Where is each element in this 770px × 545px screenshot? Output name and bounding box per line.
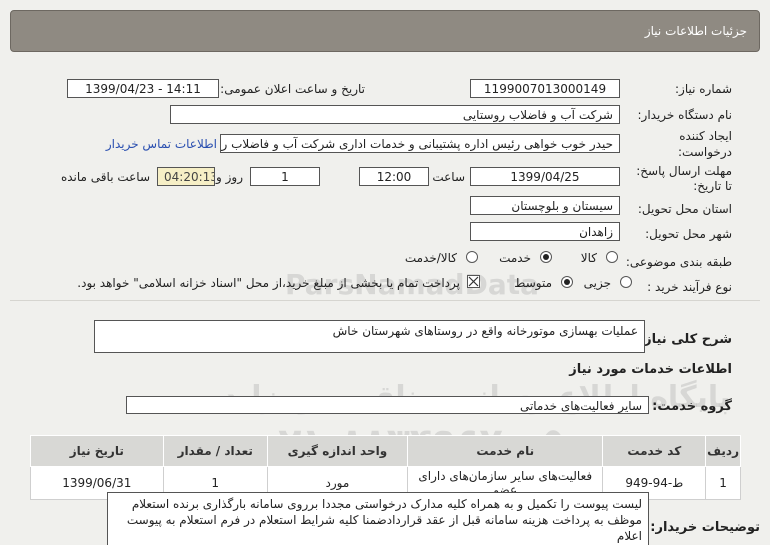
col-code: کد خدمت <box>602 435 707 467</box>
services-table: ردیف کد خدمت نام خدمت واحد اندازه گیری ت… <box>30 435 741 500</box>
category-option-goods: کالا <box>580 251 597 265</box>
summary-field[interactable]: عملیات بهسازی موتورخانه واقع در روستاهای… <box>94 320 645 353</box>
process-option-minor: جزیی <box>583 276 611 290</box>
days-field[interactable]: 1 <box>250 167 320 186</box>
creator-field[interactable]: حیدر خوب خواهی رئیس اداره پشتیبانی و خدم… <box>220 134 620 153</box>
buyer-field[interactable]: شرکت آب و فاضلاب روستایی <box>170 105 620 124</box>
announce-field[interactable]: 1399/04/23 - 14:11 <box>67 79 219 98</box>
process-label: نوع فرآیند خرید : <box>647 280 732 294</box>
services-table-header: ردیف کد خدمت نام خدمت واحد اندازه گیری ت… <box>30 435 741 467</box>
deadline-time-label: ساعت <box>432 170 465 184</box>
buyer-notes-label: توضیحات خریدار: <box>650 520 760 535</box>
services-section-title: اطلاعات خدمات مورد نیاز <box>569 362 732 377</box>
deadline-label-2: تا تاریخ: <box>693 179 732 193</box>
process-radio-medium[interactable] <box>561 276 573 288</box>
summary-label: شرح کلی نیاز: <box>638 332 732 347</box>
service-group-label: گروه خدمت: <box>652 399 732 414</box>
deadline-time-field[interactable]: 12:00 <box>359 167 429 186</box>
creator-label-1: ایجاد کننده <box>679 129 732 143</box>
page-header: جزئیات اطلاعات نیاز <box>10 10 760 52</box>
province-label: استان محل تحویل: <box>637 202 732 216</box>
buyer-notes-field[interactable]: لیست پیوست را تکمیل و به همراه کلیه مدار… <box>107 492 649 545</box>
payment-checkbox[interactable] <box>467 275 480 288</box>
deadline-date-field[interactable]: 1399/04/25 <box>470 167 620 186</box>
service-group-field[interactable]: سایر فعالیت‌های خدماتی <box>126 396 649 414</box>
cell-row: 1 <box>705 466 741 500</box>
category-radio-both[interactable] <box>466 251 478 263</box>
remaining-time-field: 04:20:13 <box>157 167 215 186</box>
category-label: طبقه بندی موضوعی: <box>625 255 732 269</box>
need-number-field[interactable]: 1199007013000149 <box>470 79 620 98</box>
category-radio-goods[interactable] <box>606 251 618 263</box>
col-date: تاریخ نیاز <box>30 435 164 467</box>
need-number-label: شماره نیاز: <box>675 82 732 96</box>
col-name: نام خدمت <box>407 435 604 467</box>
category-option-both: کالا/خدمت <box>404 251 457 265</box>
page-title: جزئیات اطلاعات نیاز <box>644 24 747 38</box>
check-x-icon <box>468 276 479 287</box>
col-unit: واحد اندازه گیری <box>266 435 409 467</box>
category-option-service: خدمت <box>499 251 531 265</box>
divider <box>10 300 760 301</box>
remaining-label: ساعت باقی مانده <box>60 170 150 184</box>
payment-note: پرداخت تمام یا بخشی از مبلغ خرید،از محل … <box>77 276 460 290</box>
buyer-contact-link[interactable]: اطلاعات تماس خریدار <box>106 137 217 151</box>
process-radio-minor[interactable] <box>620 276 632 288</box>
days-label: روز و <box>216 170 243 184</box>
province-field[interactable]: سیستان و بلوچستان <box>470 196 620 215</box>
city-label: شهر محل تحویل: <box>645 227 732 241</box>
col-quantity: تعداد / مقدار <box>162 435 268 467</box>
col-row: ردیف <box>705 435 741 467</box>
process-option-medium: متوسط <box>514 276 552 290</box>
buyer-label: نام دستگاه خریدار: <box>637 108 733 122</box>
announce-label: تاریخ و ساعت اعلان عمومی: <box>220 82 365 96</box>
creator-label-2: درخواست: <box>678 145 732 159</box>
category-radio-service[interactable] <box>540 251 552 263</box>
deadline-label-1: مهلت ارسال پاسخ: <box>636 164 732 178</box>
city-field[interactable]: زاهدان <box>470 222 620 241</box>
